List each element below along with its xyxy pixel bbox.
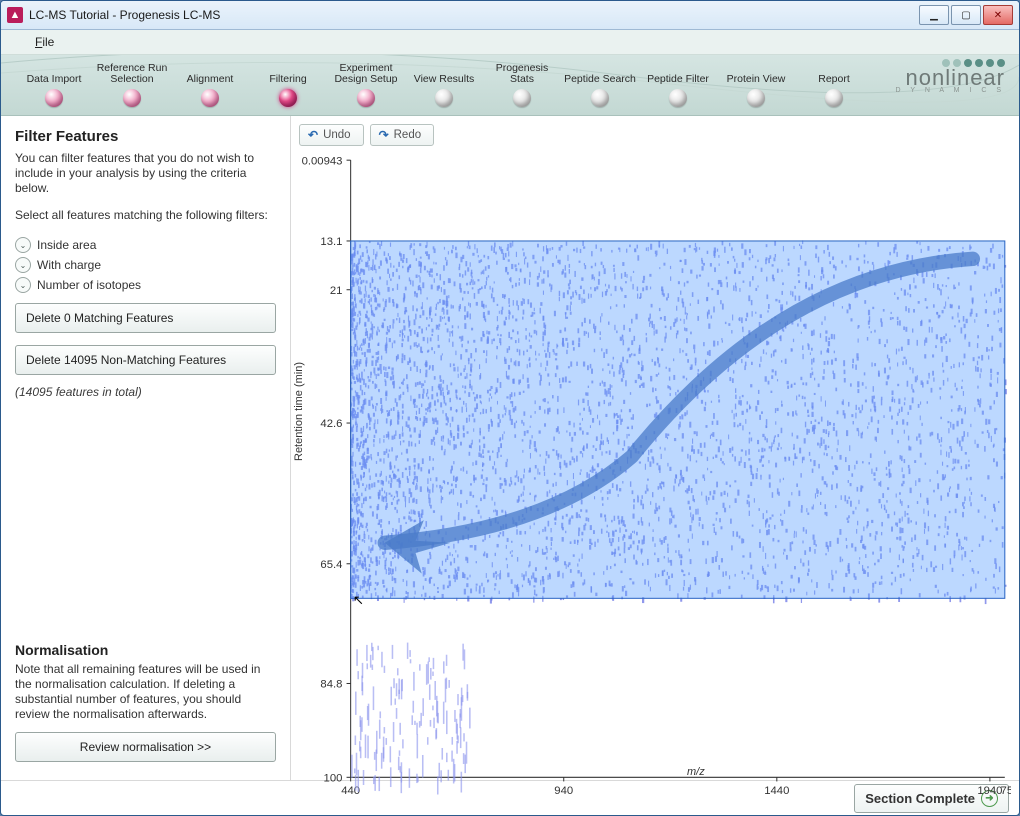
workflow-step-data-import[interactable]: Data Import [15, 61, 93, 107]
sidebar-select-label: Select all features matching the followi… [15, 208, 276, 223]
workflow-step-indicator [669, 89, 687, 107]
filter-expander-number-of-isotopes[interactable]: ⌄ Number of isotopes [15, 277, 276, 293]
workflow-step-filtering[interactable]: Filtering [249, 61, 327, 107]
workflow-step-label: Progenesis Stats [483, 61, 561, 85]
menubar: File [1, 30, 1019, 55]
workflow-step-view-results[interactable]: View Results [405, 61, 483, 107]
workflow-step-label: Protein View [727, 61, 786, 85]
workflow-step-label: Peptide Filter [647, 61, 709, 85]
titlebar: ▲ LC-MS Tutorial - Progenesis LC-MS ▁ ▢ … [1, 1, 1019, 30]
workflow-step-indicator [279, 89, 297, 107]
review-normalisation-button[interactable]: Review normalisation >> [15, 732, 276, 762]
workflow-step-indicator [513, 89, 531, 107]
svg-text:65.4: 65.4 [320, 559, 342, 571]
svg-text:21: 21 [330, 285, 343, 297]
workflow-step-progenesis-stats[interactable]: Progenesis Stats [483, 61, 561, 107]
sidebar-intro: You can filter features that you do not … [15, 151, 276, 196]
minimize-button[interactable]: ▁ [919, 5, 949, 25]
filter-expander-label: With charge [37, 258, 101, 272]
brand-subtitle: D Y N A M I C S [895, 87, 1005, 94]
workflow-step-indicator [357, 89, 375, 107]
svg-text:13.1: 13.1 [320, 236, 342, 248]
workflow-step-indicator [435, 89, 453, 107]
filter-expander-label: Number of isotopes [37, 278, 141, 292]
svg-text:0.00943: 0.00943 [302, 155, 343, 167]
workflow-step-indicator [591, 89, 609, 107]
plot-toolbar: ↶Undo ↷Redo [291, 116, 1019, 154]
workflow-step-label: Alignment [187, 61, 234, 85]
workflow-step-protein-view[interactable]: Protein View [717, 61, 795, 107]
svg-text:940: 940 [554, 785, 573, 797]
workflow-step-label: View Results [414, 61, 475, 85]
plot-area[interactable]: Retention time (min) m/z 0.0094313.12142… [291, 154, 1011, 780]
svg-text:1940: 1940 [977, 785, 1002, 797]
workflow-step-indicator [123, 89, 141, 107]
filter-expander-inside-area[interactable]: ⌄ Inside area [15, 237, 276, 253]
svg-text:42.6: 42.6 [320, 418, 342, 430]
chevron-down-icon: ⌄ [15, 277, 31, 293]
workflow-step-label: Reference Run Selection [93, 61, 171, 85]
svg-text:84.8: 84.8 [320, 679, 342, 691]
workflow-step-indicator [45, 89, 63, 107]
workflow-step-alignment[interactable]: Alignment [171, 61, 249, 107]
svg-text:↖: ↖ [353, 592, 364, 607]
brand-logo: nonlinear D Y N A M I C S [895, 59, 1005, 94]
normalisation-heading: Normalisation [15, 642, 276, 658]
normalisation-text: Note that all remaining features will be… [15, 662, 276, 722]
svg-text:100: 100 [324, 772, 343, 784]
workflow-step-experiment-design-setup[interactable]: Experiment Design Setup [327, 61, 405, 107]
delete-matching-button[interactable]: Delete 0 Matching Features [15, 303, 276, 333]
redo-icon: ↷ [379, 128, 389, 142]
workflow-step-peptide-filter[interactable]: Peptide Filter [639, 61, 717, 107]
redo-button[interactable]: ↷Redo [370, 124, 435, 146]
workflow-step-label: Filtering [269, 61, 306, 85]
close-button[interactable]: ✕ [983, 5, 1013, 25]
app-window: ▲ LC-MS Tutorial - Progenesis LC-MS ▁ ▢ … [0, 0, 1020, 816]
workflow-ribbon: Data Import Reference Run Selection Alignm… [1, 55, 1019, 116]
filter-expander-with-charge[interactable]: ⌄ With charge [15, 257, 276, 273]
svg-text:1440: 1440 [764, 785, 789, 797]
undo-button[interactable]: ↶Undo [299, 124, 364, 146]
chevron-down-icon: ⌄ [15, 237, 31, 253]
file-menu[interactable]: File [29, 33, 60, 51]
svg-text:75: 75 [1001, 785, 1011, 797]
delete-nonmatching-button[interactable]: Delete 14095 Non-Matching Features [15, 345, 276, 375]
app-icon: ▲ [7, 7, 23, 23]
plot-panel: ↶Undo ↷Redo Retention time (min) m/z 0.0… [291, 116, 1019, 780]
workflow-step-report[interactable]: Report [795, 61, 873, 107]
filter-expander-label: Inside area [37, 238, 96, 252]
feature-total-label: (14095 features in total) [15, 385, 276, 399]
window-title: LC-MS Tutorial - Progenesis LC-MS [29, 8, 919, 22]
svg-text:440: 440 [341, 785, 360, 797]
sidebar: Filter Features You can filter features … [1, 116, 291, 780]
undo-icon: ↶ [308, 128, 318, 142]
workflow-step-label: Experiment Design Setup [327, 61, 405, 85]
workflow-step-label: Report [818, 61, 850, 85]
main-area: Filter Features You can filter features … [1, 116, 1019, 780]
workflow-step-label: Data Import [27, 61, 82, 85]
workflow-step-reference-run-selection[interactable]: Reference Run Selection [93, 61, 171, 107]
workflow-step-label: Peptide Search [564, 61, 636, 85]
maximize-button[interactable]: ▢ [951, 5, 981, 25]
workflow-step-peptide-search[interactable]: Peptide Search [561, 61, 639, 107]
chevron-down-icon: ⌄ [15, 257, 31, 273]
sidebar-heading: Filter Features [15, 128, 276, 145]
workflow-step-indicator [825, 89, 843, 107]
workflow-step-indicator [747, 89, 765, 107]
workflow-step-indicator [201, 89, 219, 107]
